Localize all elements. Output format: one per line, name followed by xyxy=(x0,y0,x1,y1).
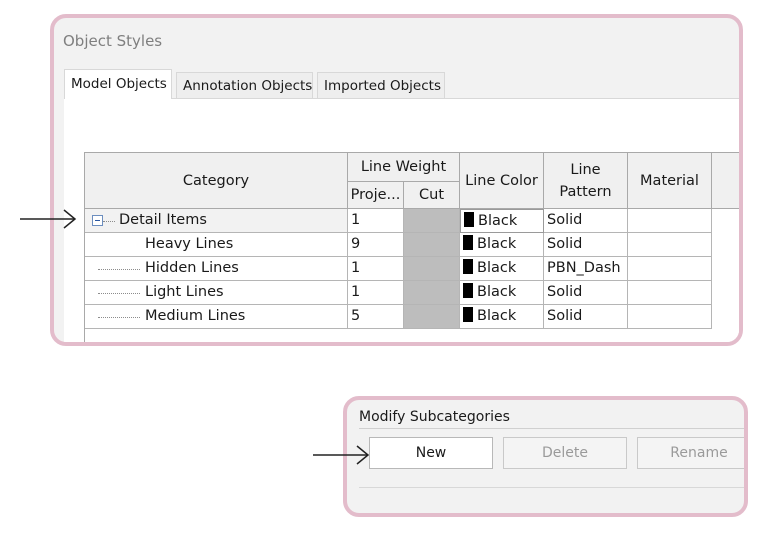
header-filler xyxy=(712,153,739,209)
color-swatch xyxy=(464,212,474,227)
category-table: Category Line Weight Proje... Cut Line C… xyxy=(84,152,739,342)
delete-button[interactable]: Delete xyxy=(503,437,627,469)
line-pattern-cell[interactable]: Solid xyxy=(544,281,628,305)
line-color-cell[interactable]: Black xyxy=(460,257,544,281)
line-pattern-cell[interactable]: Solid xyxy=(544,305,628,329)
table-row-category[interactable]: Heavy Lines xyxy=(85,233,348,257)
header-material[interactable]: Material xyxy=(628,153,712,209)
projection-cell[interactable]: 1 xyxy=(348,209,404,233)
tree-connector xyxy=(98,317,140,318)
line-color-value: Black xyxy=(478,213,518,229)
line-pattern-cell[interactable]: Solid xyxy=(544,209,628,233)
header-projection[interactable]: Proje... xyxy=(348,182,404,209)
tree-connector xyxy=(98,269,140,270)
line-color-cell[interactable]: Black xyxy=(460,281,544,305)
group-label: Modify Subcategories xyxy=(359,409,510,425)
tab-imported-objects[interactable]: Imported Objects xyxy=(317,72,445,98)
projection-cell[interactable]: 1 xyxy=(348,257,404,281)
cut-cell[interactable] xyxy=(404,209,460,233)
line-color-cell[interactable]: Black xyxy=(460,233,544,257)
line-color-value: Black xyxy=(477,284,517,300)
header-line-weight: Line Weight xyxy=(348,153,460,182)
cut-cell[interactable] xyxy=(404,233,460,257)
color-swatch xyxy=(463,283,473,298)
color-swatch xyxy=(463,307,473,322)
line-pattern-cell[interactable]: PBN_Dash xyxy=(544,257,628,281)
line-color-value: Black xyxy=(477,308,517,324)
new-button[interactable]: New xyxy=(369,437,493,469)
line-pattern-cell[interactable]: Solid xyxy=(544,233,628,257)
material-cell[interactable] xyxy=(628,257,712,281)
right-arrow-icon xyxy=(20,209,77,229)
object-styles-panel: Object Styles Model Objects Annotation O… xyxy=(50,14,743,346)
color-swatch xyxy=(463,235,473,250)
tab-annotation-objects[interactable]: Annotation Objects xyxy=(176,72,313,98)
tab-model-objects[interactable]: Model Objects xyxy=(64,69,172,99)
material-cell[interactable] xyxy=(628,281,712,305)
projection-cell[interactable]: 5 xyxy=(348,305,404,329)
header-cut[interactable]: Cut xyxy=(404,182,460,209)
line-color-value: Black xyxy=(477,236,517,252)
rename-button[interactable]: Rename xyxy=(637,437,744,469)
cut-cell[interactable] xyxy=(404,257,460,281)
cut-cell[interactable] xyxy=(404,281,460,305)
header-line-pattern[interactable]: Line Pattern xyxy=(544,153,628,209)
line-color-cell[interactable]: Black xyxy=(460,209,544,233)
table-row-category[interactable]: Detail Items xyxy=(85,209,348,233)
group-divider xyxy=(359,428,744,429)
projection-cell[interactable]: 9 xyxy=(348,233,404,257)
material-cell[interactable] xyxy=(628,209,712,233)
right-arrow-icon xyxy=(313,445,370,465)
header-line-color[interactable]: Line Color xyxy=(460,153,544,209)
material-cell[interactable] xyxy=(628,233,712,257)
color-swatch xyxy=(463,259,473,274)
projection-cell[interactable]: 1 xyxy=(348,281,404,305)
cut-cell[interactable] xyxy=(404,305,460,329)
tree-connector xyxy=(98,293,140,294)
window-title: Object Styles xyxy=(63,32,163,50)
group-divider xyxy=(359,487,744,488)
line-color-value: Black xyxy=(477,260,517,276)
modify-subcategories-panel: Modify Subcategories New Delete Rename xyxy=(343,396,748,517)
tree-connector xyxy=(103,221,115,222)
material-cell[interactable] xyxy=(628,305,712,329)
header-category[interactable]: Category xyxy=(85,153,348,209)
collapse-icon[interactable] xyxy=(92,215,103,226)
line-color-cell[interactable]: Black xyxy=(460,305,544,329)
